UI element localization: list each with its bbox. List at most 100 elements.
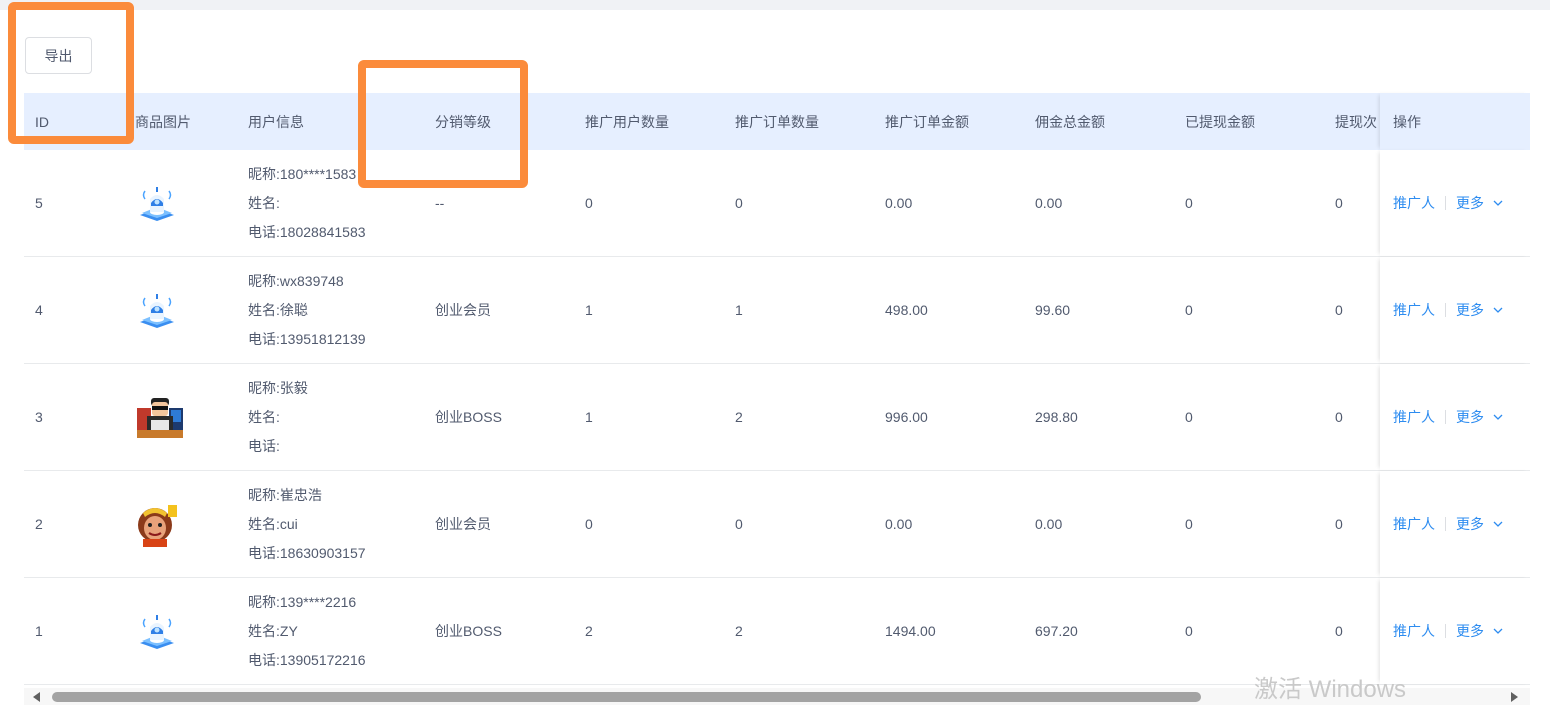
user-phone: 电话:13951812139 [248,330,366,347]
distribution-level: 创业会员 [435,302,491,318]
annotation-box-distribution-level [358,60,528,188]
promoted-users-count: 1 [585,302,593,318]
action-divider [1445,303,1446,317]
robot-avatar-icon [137,290,177,330]
commission-total: 0.00 [1035,195,1063,211]
distribution-level: 创业BOSS [435,623,502,639]
user-name: 姓名:cui [248,515,298,532]
promoter-link[interactable]: 推广人 [1393,514,1435,534]
promoted-users-count: 2 [585,623,593,639]
commission-total: 697.20 [1035,623,1078,639]
withdrawn-amount: 0 [1185,623,1193,639]
user-info: 昵称:139****2216 姓名:ZY 电话:13905172216 [237,578,424,684]
user-phone: 电话:13905172216 [248,651,366,668]
table-row: 3 昵称:张毅 姓名: 电话: 创业BOSS 1 2 996.00 298.80… [24,364,1530,471]
table-header: ID 商品图片 用户信息 分销等级 推广用户数量 推广订单数量 推广订单金额 佣… [24,93,1530,150]
row-id: 3 [35,409,43,425]
more-label: 更多 [1456,516,1484,532]
promoted-users-count: 0 [585,195,593,211]
product-image-cell [124,257,237,363]
product-image-cell [124,364,237,470]
promoted-orders-count: 1 [735,302,743,318]
table-row: 2 昵称:崔忠浩 姓名:cui 电话:18630903157 创业会员 0 0 … [24,471,1530,578]
user-nickname: 昵称:139****2216 [248,593,357,610]
user-name: 姓名:ZY [248,622,298,639]
withdrawal-count: 0 [1335,516,1343,532]
withdrawn-amount: 0 [1185,409,1193,425]
row-actions: 推广人 更多 [1380,257,1530,363]
more-label: 更多 [1456,302,1484,318]
promoted-orders-amount: 498.00 [885,302,928,318]
product-image-cell [124,150,237,256]
action-divider [1445,624,1446,638]
product-image-cell [124,578,237,684]
more-dropdown[interactable]: 更多 [1456,514,1503,534]
more-label: 更多 [1456,623,1484,639]
more-label: 更多 [1456,409,1484,425]
action-divider [1445,196,1446,210]
user-nickname: 昵称:wx839748 [248,272,344,289]
row-id: 2 [35,516,43,532]
more-dropdown[interactable]: 更多 [1456,300,1503,320]
windows-activation-watermark: 激活 Windows [1254,676,1407,703]
chevron-down-icon [1493,307,1503,313]
withdrawn-amount: 0 [1185,516,1193,532]
annotation-box-export [8,2,134,144]
commission-total: 99.60 [1035,302,1071,318]
more-dropdown[interactable]: 更多 [1456,621,1503,641]
commission-total: 0.00 [1035,516,1063,532]
action-divider [1445,517,1446,531]
chevron-down-icon [1493,521,1503,527]
scrollbar-thumb[interactable] [52,692,1201,702]
promoted-orders-amount: 0.00 [885,516,913,532]
promoter-link[interactable]: 推广人 [1393,621,1435,641]
row-actions: 推广人 更多 [1380,578,1530,684]
row-id: 5 [35,195,43,211]
more-dropdown[interactable]: 更多 [1456,407,1503,427]
withdrawn-amount: 0 [1185,302,1193,318]
promoter-link[interactable]: 推广人 [1393,407,1435,427]
promoted-orders-count: 0 [735,516,743,532]
user-info: 昵称:wx839748 姓名:徐聪 电话:13951812139 [237,257,424,363]
top-bar [0,0,1550,10]
more-dropdown[interactable]: 更多 [1456,193,1503,213]
withdrawal-count: 0 [1335,409,1343,425]
promoter-link[interactable]: 推广人 [1393,300,1435,320]
promoted-users-count: 1 [585,409,593,425]
promoter-link[interactable]: 推广人 [1393,193,1435,213]
product-image-cell [124,471,237,577]
column-header-withdrawn-amount: 已提现金额 [1185,113,1255,130]
column-header-product-image: 商品图片 [135,113,191,130]
table-row: 5 昵称:180****1583 姓名: 电话:18028841583 -- 0… [24,150,1530,257]
robot-avatar-icon [137,611,177,651]
column-header-promoted-users: 推广用户数量 [585,113,669,130]
column-header-withdrawal-count: 提现次 [1335,113,1377,130]
user-info: 昵称:张毅 姓名: 电话: [237,364,424,470]
table-row: 1 昵称:139****2216 姓名:ZY 电话:13905172216 创业… [24,578,1530,685]
commission-total: 298.80 [1035,409,1078,425]
row-actions: 推广人 更多 [1380,471,1530,577]
distribution-table: ID 商品图片 用户信息 分销等级 推广用户数量 推广订单数量 推广订单金额 佣… [24,93,1530,685]
column-header-actions: 操作 [1380,93,1530,150]
monkey-king-avatar-icon [137,501,179,547]
row-actions: 推广人 更多 [1380,364,1530,470]
column-header-promoted-orders: 推广订单数量 [735,113,819,130]
more-label: 更多 [1456,195,1484,211]
scroll-right-arrow-icon[interactable] [1511,692,1518,702]
promoted-users-count: 0 [585,516,593,532]
promoted-orders-amount: 1494.00 [885,623,936,639]
table-row: 4 昵称:wx839748 姓名:徐聪 电话:13951812139 创业会员 … [24,257,1530,364]
promoted-orders-count: 2 [735,623,743,639]
chevron-down-icon [1493,200,1503,206]
row-id: 4 [35,302,43,318]
scroll-left-arrow-icon[interactable] [33,692,40,702]
withdrawal-count: 0 [1335,302,1343,318]
user-phone: 电话: [248,437,280,454]
user-phone: 电话:18028841583 [248,223,366,240]
column-header-promoted-amount: 推广订单金额 [885,113,969,130]
promoted-orders-amount: 0.00 [885,195,913,211]
promoted-orders-count: 0 [735,195,743,211]
row-id: 1 [35,623,43,639]
user-nickname: 昵称:崔忠浩 [248,486,322,503]
user-name: 姓名: [248,194,280,211]
